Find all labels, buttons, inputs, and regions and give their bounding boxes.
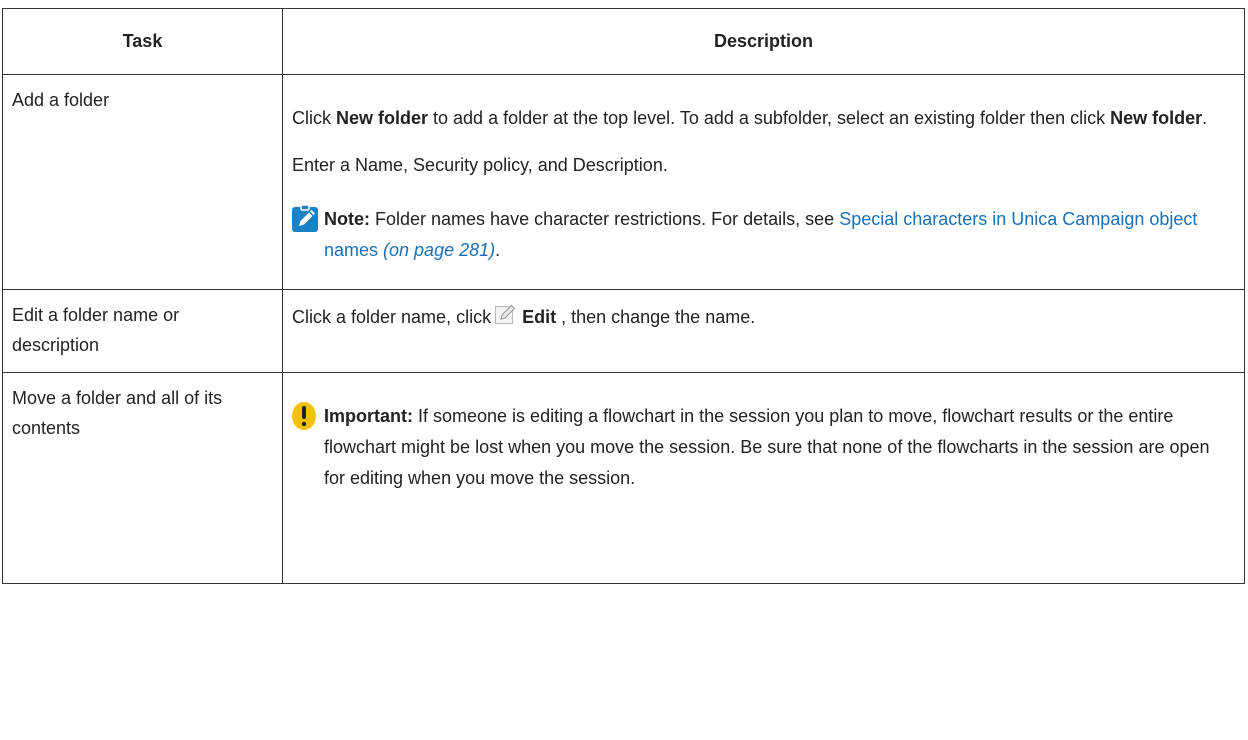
task-cell: Move a folder and all of its contents <box>2 372 283 584</box>
table-row: Add a folder Click New folder to add a f… <box>2 74 1245 290</box>
table-row: Move a folder and all of its contents Im… <box>2 372 1245 584</box>
description-paragraph: Enter a Name, Security policy, and Descr… <box>292 155 668 175</box>
important-block: Important: If someone is editing a flowc… <box>292 401 1232 494</box>
description-cell: Click New folder to add a folder at the … <box>282 74 1245 290</box>
task-cell: Edit a folder name or description <box>2 289 283 373</box>
description-paragraph: Click a folder name, click Edit , then ch… <box>292 290 1232 333</box>
table-header-row: Task Description <box>2 8 1245 75</box>
text: Click <box>292 108 336 128</box>
exclamation-icon <box>292 402 316 430</box>
description-cell: Click a folder name, click Edit , then ch… <box>282 289 1245 373</box>
header-task: Task <box>2 8 283 75</box>
text: . <box>495 240 501 260</box>
edit-icon <box>495 304 516 324</box>
ui-term-new-folder: New folder <box>336 108 429 128</box>
ui-term-new-folder: New folder <box>1110 108 1203 128</box>
text: to add a folder at the top level. To add… <box>428 108 1111 128</box>
note-label: Note: <box>324 209 370 229</box>
note-text: Folder names have character restrictions… <box>370 209 840 229</box>
text: , then change the name. <box>556 307 756 327</box>
header-description: Description <box>282 8 1245 75</box>
important-text: If someone is editing a flowchart in the… <box>324 406 1210 488</box>
folder-tasks-table: Task Description Add a folder Click New … <box>2 8 1245 584</box>
description-cell: Important: If someone is editing a flowc… <box>282 372 1245 584</box>
pencil-note-icon <box>292 205 318 232</box>
task-cell: Add a folder <box>2 74 283 290</box>
text: Click a folder name, click <box>292 307 492 327</box>
important-label: Important: <box>324 406 413 426</box>
table-row: Edit a folder name or description Click … <box>2 289 1245 373</box>
text: . <box>1202 108 1208 128</box>
note-block: Note: Folder names have character restri… <box>292 204 1232 266</box>
ui-term-edit: Edit <box>522 307 557 327</box>
description-paragraph: Click New folder to add a folder at the … <box>292 75 1232 134</box>
